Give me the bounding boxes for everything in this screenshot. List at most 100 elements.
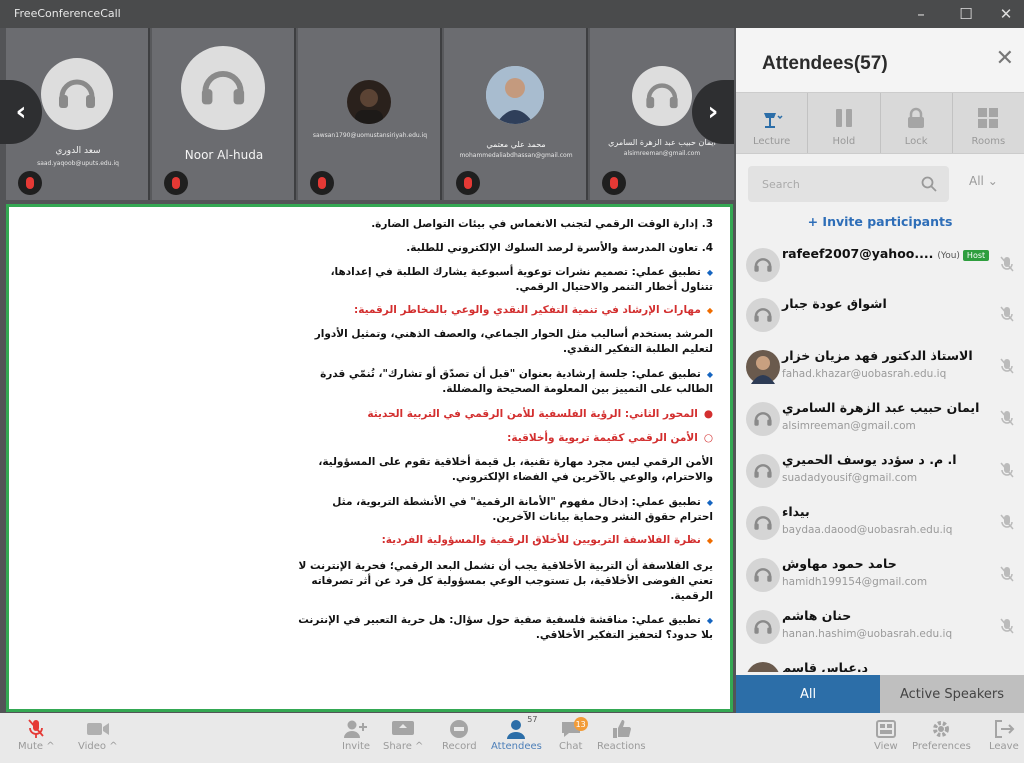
mic-muted-icon[interactable] [1000, 618, 1014, 640]
preferences-button[interactable]: Preferences [912, 717, 971, 752]
attendee-email: suadadyousif@gmail.com [782, 472, 918, 484]
layout-icon [875, 717, 897, 741]
minimize-button[interactable]: – [908, 4, 934, 24]
host-badge: Host [962, 250, 990, 261]
attendee-row[interactable]: اشواق عودة جبار [736, 290, 1024, 342]
lecture-icon [760, 109, 784, 132]
lock-button[interactable]: Lock [881, 93, 953, 153]
participant-photo [486, 66, 544, 124]
attendee-name: ا. م. د سؤدد يوسف الحميري [782, 452, 957, 467]
app-title: FreeConferenceCall [14, 7, 121, 20]
attendee-photo [746, 662, 780, 672]
doc-line: والاحترام، والوعي بالآخرين في الفضاء الإ… [451, 471, 713, 483]
attendee-filter-dropdown[interactable]: All ⌄ [969, 174, 998, 188]
share-screen-icon [391, 717, 415, 741]
headset-icon [181, 46, 265, 130]
shared-screen: 3. إدارة الوقت الرقمي لتجنب الانغماس في … [6, 204, 733, 712]
chevron-down-icon: ⌄ [987, 174, 998, 188]
rooms-button[interactable]: Rooms [953, 93, 1024, 153]
hold-button[interactable]: Hold [808, 93, 881, 153]
attendee-row[interactable]: د.عباس قاسم [736, 654, 1024, 672]
mic-muted-icon[interactable] [1000, 410, 1014, 432]
headset-icon [746, 506, 780, 540]
bullet-icon: ◆ [706, 498, 713, 507]
attendee-email: hamidh199154@gmail.com [782, 576, 928, 588]
close-panel-icon[interactable]: ✕ [996, 46, 1014, 71]
attendee-count-badge: 57 [527, 715, 538, 724]
attendee-row[interactable]: ايمان حبيب عبد الزهرة السامري alsimreema… [736, 394, 1024, 446]
gear-icon [930, 717, 952, 741]
close-window-button[interactable]: ✕ [993, 4, 1019, 24]
bullet-icon: ◆ [706, 536, 713, 545]
attendees-panel: Attendees(57) ✕ Lecture Hold Lock Rooms … [736, 28, 1024, 713]
attendee-row[interactable]: بيداء baydaa.daood@uobasrah.edu.iq [736, 498, 1024, 550]
attendee-row[interactable]: rafeef2007@yahoo.... (You) Host [736, 240, 1024, 292]
headset-icon [41, 58, 113, 130]
attendee-row[interactable]: حنان هاشم hanan.hashim@uobasrah.edu.iq [736, 602, 1024, 654]
doc-line: لتعليم الطلبة التفكير النقدي. [562, 343, 713, 355]
chat-button[interactable]: 13 Chat [559, 717, 588, 752]
attendee-email: fahad.khazar@uobasrah.edu.iq [782, 368, 947, 380]
attendee-name: rafeef2007@yahoo.... (You) Host [782, 246, 990, 261]
shared-document: 3. إدارة الوقت الرقمي لتجنب الانغماس في … [23, 213, 713, 707]
doc-line: ◆تطبيق عملي: مناقشة فلسفية صفية حول سؤال… [298, 614, 713, 626]
add-person-icon [343, 717, 369, 741]
video-camera-icon [86, 717, 110, 741]
mic-muted-icon[interactable] [1000, 462, 1014, 484]
attendee-row[interactable]: الاستاذ الدكتور فهد مزيان خزار fahad.kha… [736, 342, 1024, 394]
doc-line: ◆تطبيق عملي: جلسة إرشادية بعنوان "قبل أن… [320, 368, 713, 380]
search-placeholder: Search [762, 178, 800, 191]
mic-muted-icon[interactable] [1000, 256, 1014, 278]
participant-email: sawsan1790@uomustansiriyah.edu.iq [312, 132, 428, 139]
doc-line: تعني الفوضى الأخلاقية، بل تستوجب الوعي ب… [311, 575, 713, 587]
mute-button[interactable]: Mute ^ [18, 717, 55, 752]
tab-all[interactable]: All [736, 675, 880, 713]
doc-line: 4. تعاون المدرسة والأسرة لرصد السلوك الإ… [406, 242, 713, 254]
mic-muted-icon[interactable] [1000, 514, 1014, 536]
bullet-icon: ◆ [706, 306, 713, 315]
headset-icon [746, 248, 780, 282]
doc-line: ◆تطبيق عملي: إدخال مفهوم "الأمانة الرقمي… [332, 496, 713, 508]
mic-muted-icon[interactable] [1000, 306, 1014, 328]
video-button[interactable]: Video ^ [78, 717, 118, 752]
headset-icon [632, 66, 692, 126]
attendees-button[interactable]: 57 Attendees [491, 715, 542, 752]
pause-icon [832, 107, 856, 132]
video-strip: سعد الدوري saad.yaqoob@uputs.edu.iq Noor… [6, 28, 736, 200]
mic-muted-icon[interactable] [1000, 566, 1014, 588]
doc-line: الأمن الرقمي ليس مجرد مهارة تقنية، بل قي… [318, 456, 713, 468]
view-button[interactable]: View [874, 717, 898, 752]
invite-participants-link[interactable]: + Invite participants [736, 214, 1024, 229]
record-button[interactable]: Record [442, 717, 477, 752]
muted-mic-icon [456, 171, 480, 195]
participant-tile[interactable]: Noor Al-huda [152, 28, 296, 200]
bullet-icon: ◆ [706, 616, 713, 625]
chat-bubble-icon: 13 [560, 717, 588, 741]
doc-line: الطالب على التمييز بين المعلومة الصحيحة … [442, 383, 713, 395]
participant-name: Noor Al-huda [184, 148, 264, 162]
attendees-title: Attendees(57) [762, 53, 888, 74]
participant-email: saad.yaqoob@uputs.edu.iq [37, 160, 119, 167]
participant-tile[interactable]: sawsan1790@uomustansiriyah.edu.iq [298, 28, 442, 200]
attendee-name: ايمان حبيب عبد الزهرة السامري [782, 400, 980, 415]
attendee-photo [746, 350, 780, 384]
mic-muted-icon[interactable] [1000, 358, 1014, 380]
leave-button[interactable]: Leave [989, 717, 1019, 752]
invite-button[interactable]: Invite [342, 717, 370, 752]
participant-tile[interactable]: محمد علي معتمي mohammedaliabdhassan@gmai… [444, 28, 588, 200]
attendee-email: hanan.hashim@uobasrah.edu.iq [782, 628, 953, 640]
attendee-email: baydaa.daood@uobasrah.edu.iq [782, 524, 953, 536]
headset-icon [746, 454, 780, 488]
headset-icon [746, 298, 780, 332]
attendee-row[interactable]: حامد حمود مهاوش hamidh199154@gmail.com [736, 550, 1024, 602]
attendee-row[interactable]: ا. م. د سؤدد يوسف الحميري suadadyousif@g… [736, 446, 1024, 498]
share-button[interactable]: Share ^ [383, 717, 423, 752]
attendee-search-input[interactable]: Search [748, 166, 949, 202]
maximize-button[interactable]: ☐ [953, 4, 979, 24]
reactions-button[interactable]: Reactions [597, 717, 646, 752]
doc-line: بلا حدود؟ لتحفيز التفكير الأخلاقي. [535, 629, 713, 641]
bullet-icon: ◆ [706, 370, 713, 379]
lecture-button[interactable]: Lecture [736, 93, 809, 153]
doc-heading: ○الأمن الرقمي كقيمة تربوية وأخلاقية: [507, 432, 713, 444]
tab-active-speakers[interactable]: Active Speakers [880, 675, 1024, 713]
